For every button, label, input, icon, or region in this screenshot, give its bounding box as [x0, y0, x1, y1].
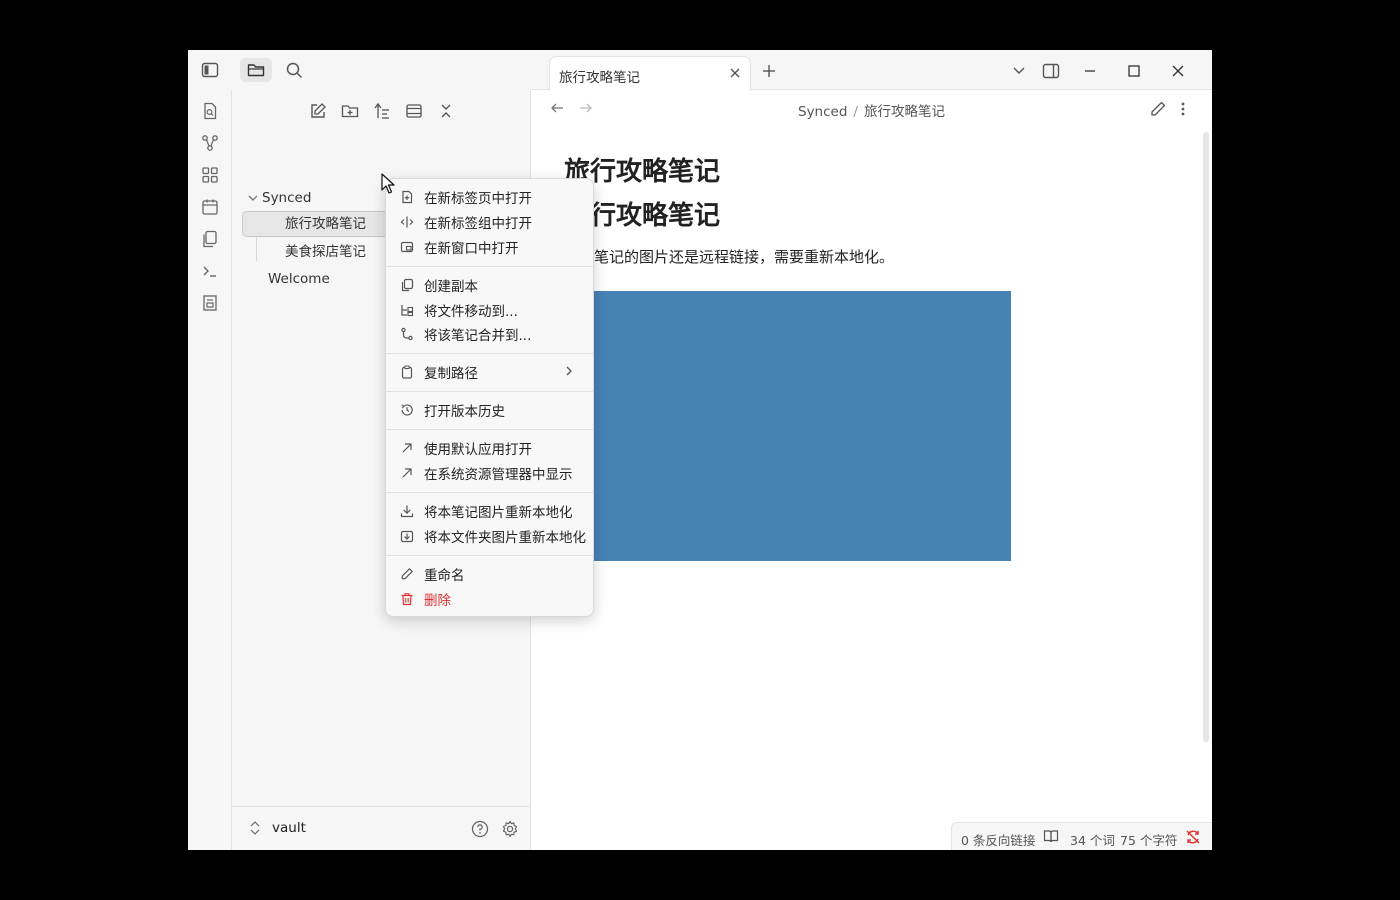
- menu-delete[interactable]: 删除: [392, 587, 588, 611]
- vault-name[interactable]: vault: [272, 820, 306, 836]
- menu-separator: [386, 353, 593, 354]
- mouse-cursor-icon: [381, 173, 395, 199]
- file-label: Welcome: [268, 271, 330, 287]
- menu-relocalize-folder-images[interactable]: 将本文件夹图片重新本地化: [392, 524, 588, 548]
- merge-icon: [392, 327, 418, 341]
- close-window-icon[interactable]: [1167, 60, 1189, 82]
- tab-title: 旅行攻略笔记: [559, 70, 640, 86]
- main-editor: 旅行攻略笔记 Synced / 旅行攻略笔记 旅行攻略笔记 旅行攻略笔记 这篇笔…: [531, 50, 1212, 850]
- templates-icon[interactable]: [200, 229, 220, 249]
- file-label: 旅行攻略笔记: [285, 216, 366, 232]
- trash-icon: [392, 592, 418, 606]
- chevron-right-icon: [564, 364, 574, 382]
- search-tab-icon[interactable]: [278, 58, 310, 82]
- new-tab-plus-icon[interactable]: [758, 60, 780, 82]
- scrollbar[interactable]: [1203, 132, 1209, 742]
- calendar-icon[interactable]: [200, 197, 220, 217]
- window-icon: [392, 240, 418, 254]
- char-count: 75 个字符: [1120, 833, 1178, 848]
- new-tab-icon: [392, 190, 418, 204]
- right-sidebar-toggle-icon[interactable]: [1040, 60, 1062, 82]
- download-icon: [392, 504, 418, 518]
- menu-separator: [386, 555, 593, 556]
- file-context-menu: 在新标签页中打开 在新标签组中打开 在新窗口中打开 创建副本 将文件移动到...…: [385, 178, 594, 617]
- note-image: [553, 291, 1011, 561]
- sync-icon[interactable]: [200, 293, 220, 313]
- new-folder-icon[interactable]: [339, 100, 361, 122]
- copy-icon: [392, 278, 418, 292]
- menu-open-default-app[interactable]: 使用默认应用打开: [392, 436, 588, 460]
- external-link-icon: [392, 466, 418, 480]
- new-note-icon[interactable]: [307, 100, 329, 122]
- menu-show-in-explorer[interactable]: 在系统资源管理器中显示: [392, 461, 588, 485]
- close-tab-icon[interactable]: [728, 65, 742, 84]
- menu-separator: [386, 429, 593, 430]
- tab-bar: 旅行攻略笔记: [531, 50, 1212, 91]
- terminal-icon[interactable]: [200, 261, 220, 281]
- menu-copy-path[interactable]: 复制路径: [392, 360, 588, 384]
- menu-rename[interactable]: 重命名: [392, 562, 588, 586]
- note-heading-1: 旅行攻略笔记: [564, 157, 721, 187]
- breadcrumb-folder[interactable]: Synced: [798, 104, 847, 120]
- menu-relocalize-note-images[interactable]: 将本笔记图片重新本地化: [392, 499, 588, 523]
- ribbon: [188, 90, 232, 850]
- sync-error-icon[interactable]: [1185, 829, 1201, 848]
- chevron-down-icon: [248, 188, 262, 212]
- breadcrumb-note[interactable]: 旅行攻略笔记: [864, 104, 945, 120]
- folder-label: Synced: [262, 190, 312, 206]
- file-label: 美食探店笔记: [285, 244, 366, 260]
- menu-separator: [386, 391, 593, 392]
- graph-view-icon[interactable]: [200, 133, 220, 153]
- sidebar-toggle-icon[interactable]: [194, 58, 226, 82]
- file-food-note[interactable]: 美食探店笔记: [285, 240, 366, 264]
- move-icon: [392, 303, 418, 317]
- vault-switch-icon[interactable]: [248, 819, 262, 841]
- vault-bar: vault: [232, 806, 531, 850]
- menu-open-new-group[interactable]: 在新标签组中打开: [392, 210, 588, 234]
- reading-mode-icon[interactable]: [1043, 829, 1059, 846]
- note-content: 旅行攻略笔记 旅行攻略笔记 这篇笔记的图片还是远程链接，需要重新本地化。: [564, 150, 1184, 267]
- folder-synced[interactable]: Synced: [248, 186, 311, 210]
- file-welcome[interactable]: Welcome: [268, 267, 330, 291]
- sort-icon[interactable]: [371, 100, 393, 122]
- breadcrumb: Synced / 旅行攻略笔记: [531, 100, 1212, 120]
- collapse-all-icon[interactable]: [435, 100, 457, 122]
- more-options-icon[interactable]: [1179, 100, 1187, 122]
- word-count: 34 个词: [1070, 833, 1115, 848]
- breadcrumb-separator: /: [853, 104, 858, 120]
- menu-separator: [386, 266, 593, 267]
- files-tab-icon[interactable]: [240, 58, 272, 82]
- status-bar: 0 条反向链接 34 个词 75 个字符: [951, 822, 1212, 850]
- menu-move-file[interactable]: 将文件移动到...: [392, 298, 588, 322]
- auto-reveal-icon[interactable]: [403, 100, 425, 122]
- canvas-icon[interactable]: [200, 165, 220, 185]
- minimize-icon[interactable]: [1079, 60, 1101, 82]
- edit-pencil-icon[interactable]: [1149, 100, 1167, 122]
- menu-open-new-tab[interactable]: 在新标签页中打开: [392, 185, 588, 209]
- settings-gear-icon[interactable]: [500, 819, 520, 843]
- quick-switcher-icon[interactable]: [200, 101, 220, 121]
- explorer-toolbar: [232, 98, 531, 124]
- external-link-icon: [392, 441, 418, 455]
- tab-travel-note[interactable]: 旅行攻略笔记: [549, 56, 751, 91]
- pencil-icon: [392, 567, 418, 581]
- view-header: Synced / 旅行攻略笔记: [531, 91, 1212, 127]
- menu-duplicate[interactable]: 创建副本: [392, 273, 588, 297]
- maximize-icon[interactable]: [1123, 60, 1145, 82]
- note-heading-2: 旅行攻略笔记: [564, 201, 721, 231]
- menu-merge-note[interactable]: 将该笔记合并到...: [392, 322, 588, 346]
- split-icon: [392, 215, 418, 229]
- left-top-bar: [188, 50, 531, 90]
- obsidian-window: Synced 旅行攻略笔记 美食探店笔记 Welcome vault 旅行攻略笔…: [188, 50, 1212, 850]
- backlinks-count[interactable]: 0 条反向链接: [961, 830, 1035, 849]
- menu-version-history[interactable]: 打开版本历史: [392, 398, 588, 422]
- menu-separator: [386, 492, 593, 493]
- menu-open-new-window[interactable]: 在新窗口中打开: [392, 235, 588, 259]
- history-icon: [392, 403, 418, 417]
- tab-list-chevron-icon[interactable]: [1008, 60, 1030, 82]
- note-paragraph: 这篇笔记的图片还是远程链接，需要重新本地化。: [564, 248, 895, 266]
- clipboard-icon: [392, 365, 418, 379]
- help-icon[interactable]: [470, 819, 490, 843]
- folder-download-icon: [392, 529, 418, 543]
